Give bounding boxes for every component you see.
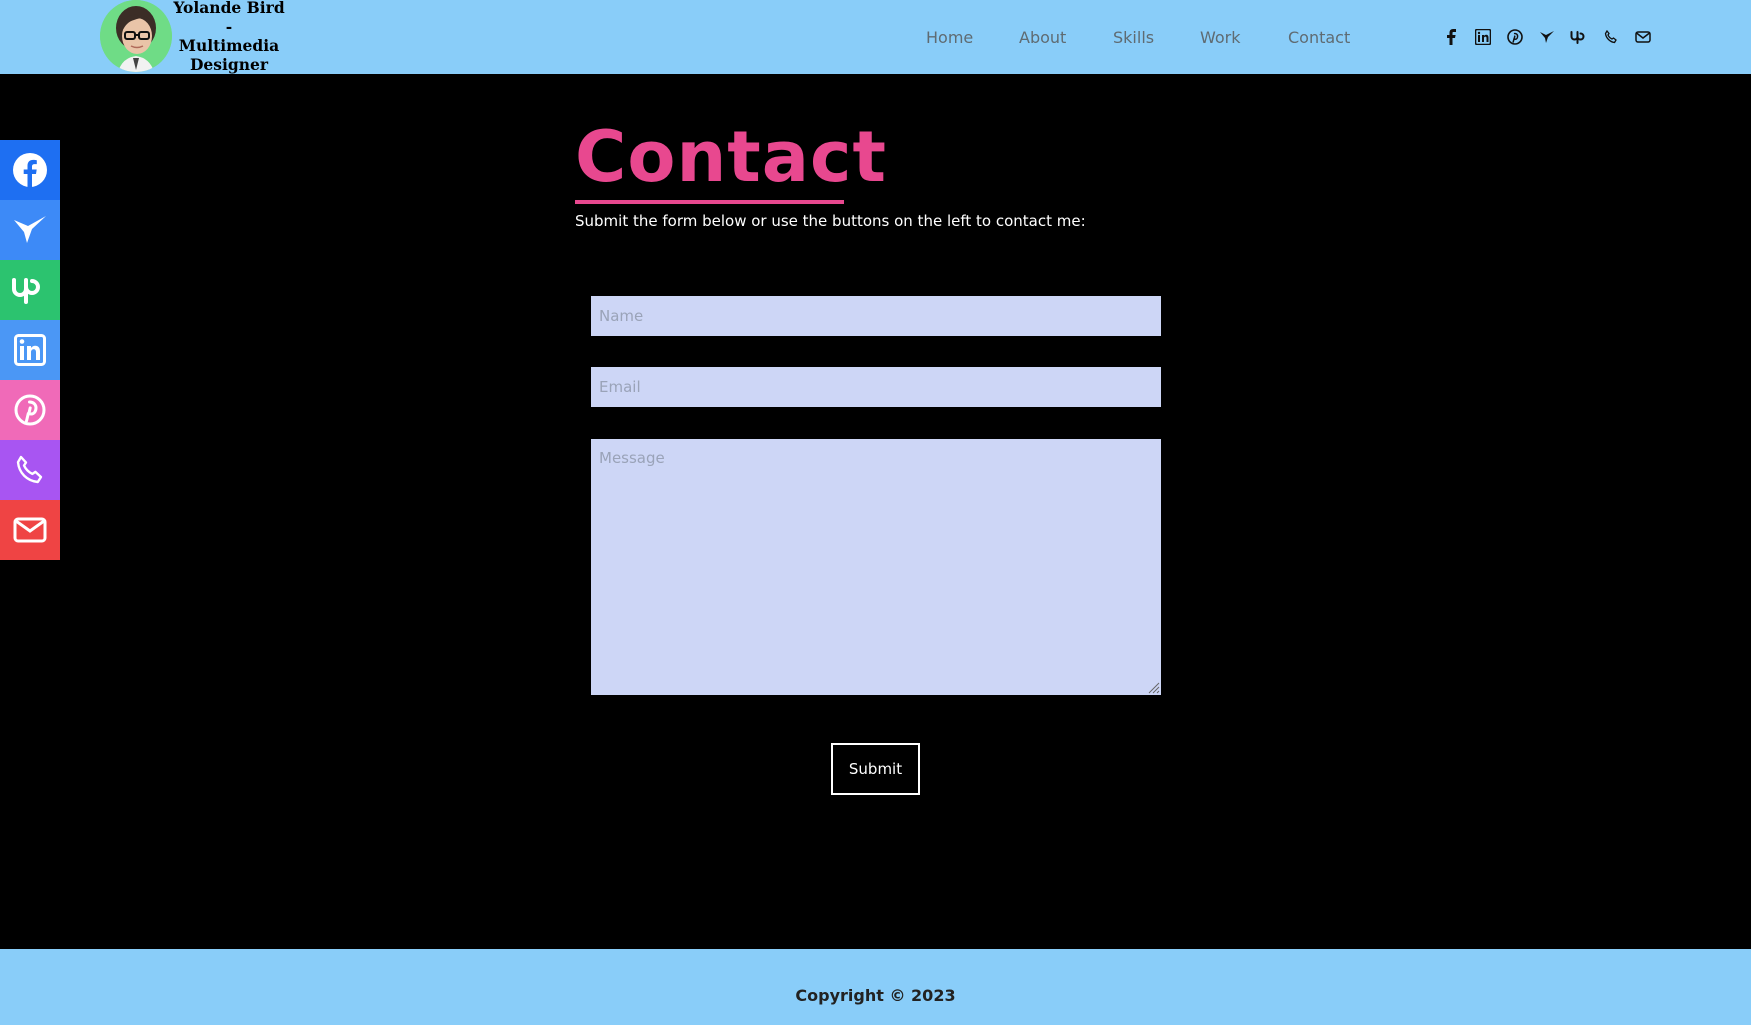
sidebar-pinterest-button[interactable] bbox=[0, 380, 60, 440]
linkedin-icon[interactable] bbox=[1474, 26, 1492, 48]
sidebar-upwork-button[interactable] bbox=[0, 260, 60, 320]
sidebar-phone-button[interactable] bbox=[0, 440, 60, 500]
upwork-icon bbox=[12, 278, 40, 304]
pinterest-icon bbox=[14, 394, 46, 426]
submit-button[interactable]: Submit bbox=[831, 743, 920, 795]
phone-icon bbox=[16, 455, 43, 484]
resize-handle-icon[interactable] bbox=[1146, 680, 1160, 694]
sidebar-facebook-button[interactable] bbox=[0, 140, 60, 200]
nav-item-contact[interactable]: Contact bbox=[1288, 28, 1350, 47]
name-field[interactable] bbox=[591, 296, 1161, 336]
nav-item-work[interactable]: Work bbox=[1200, 28, 1241, 47]
title-underline bbox=[575, 200, 844, 204]
facebook-icon[interactable] bbox=[1442, 26, 1460, 48]
side-social-bar bbox=[0, 140, 60, 560]
sidebar-mail-button[interactable] bbox=[0, 500, 60, 560]
nav-item-skills[interactable]: Skills bbox=[1113, 28, 1154, 47]
page-subtitle: Submit the form below or use the buttons… bbox=[575, 212, 1086, 230]
email-field[interactable] bbox=[591, 367, 1161, 407]
upwork-icon[interactable] bbox=[1570, 26, 1588, 48]
nav-item-home[interactable]: Home bbox=[926, 28, 973, 47]
nav-item-about[interactable]: About bbox=[1019, 28, 1066, 47]
hummingbird-icon[interactable] bbox=[1538, 26, 1556, 48]
mail-icon bbox=[13, 517, 47, 543]
sidebar-hummingbird-button[interactable] bbox=[0, 200, 60, 260]
site-brand-name[interactable]: Yolande Bird - Multimedia Designer bbox=[160, 0, 298, 74]
page-title: Contact bbox=[575, 116, 887, 198]
facebook-icon bbox=[13, 153, 47, 187]
sidebar-linkedin-button[interactable] bbox=[0, 320, 60, 380]
site-header: Yolande Bird - Multimedia Designer Home … bbox=[0, 0, 1751, 74]
pinterest-icon[interactable] bbox=[1506, 26, 1524, 48]
site-footer: Copyright © 2023 bbox=[0, 949, 1751, 1025]
hummingbird-icon bbox=[14, 216, 46, 243]
message-field[interactable] bbox=[591, 439, 1161, 695]
phone-icon[interactable] bbox=[1602, 26, 1620, 48]
mail-icon[interactable] bbox=[1634, 26, 1652, 48]
copyright-text: Copyright © 2023 bbox=[795, 986, 956, 1005]
linkedin-icon bbox=[14, 334, 46, 366]
